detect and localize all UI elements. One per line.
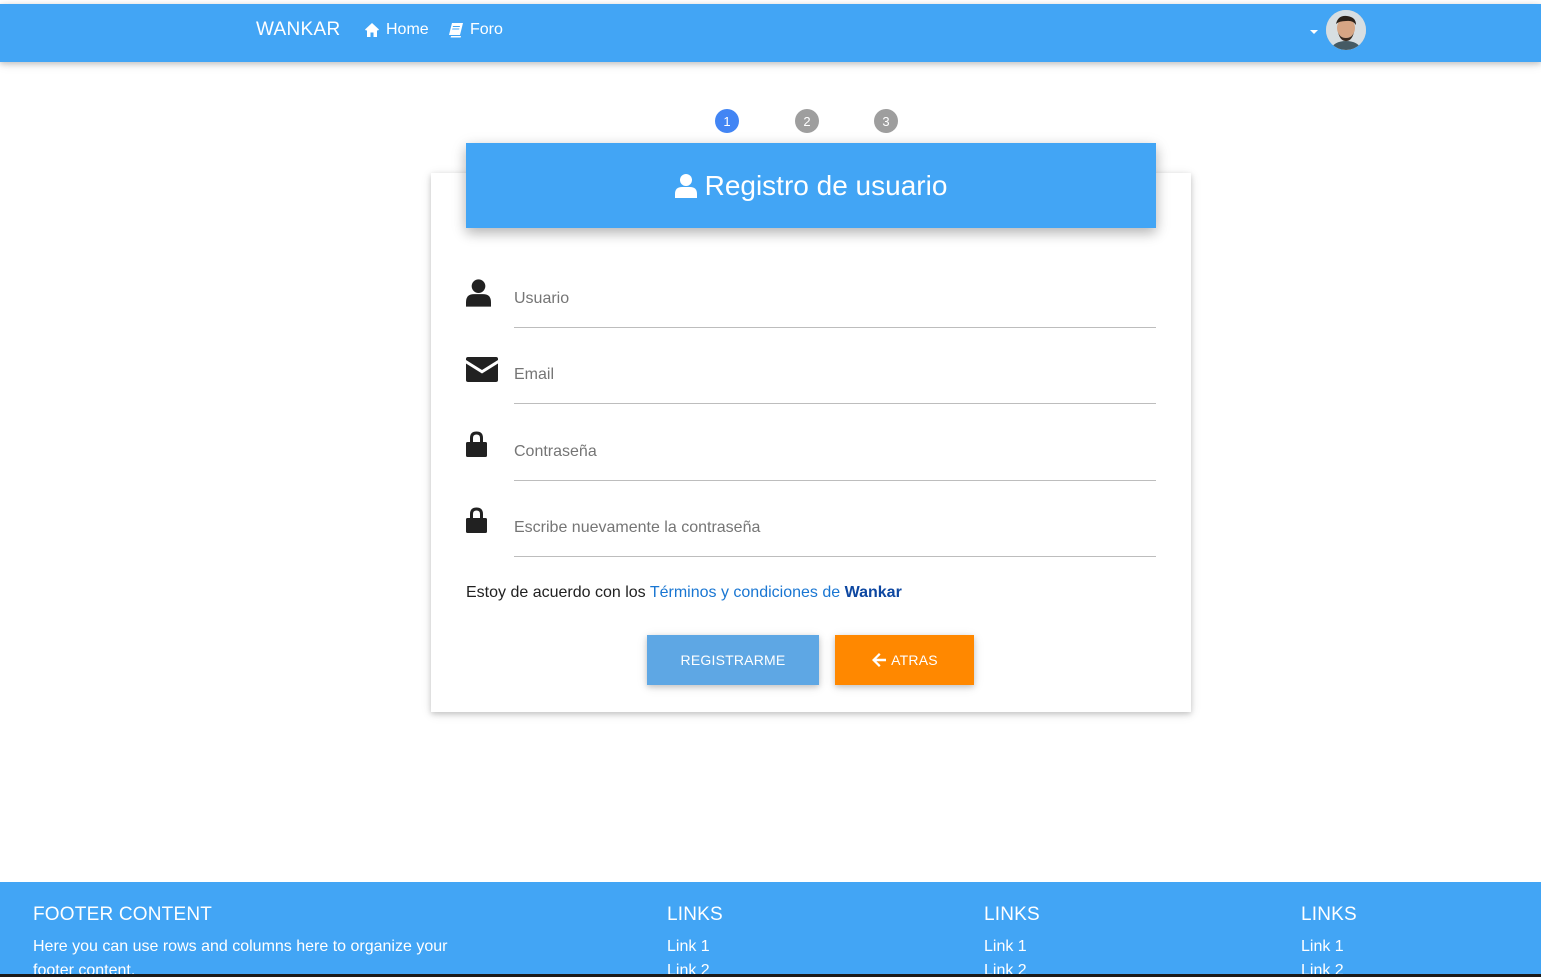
lock-icon — [466, 431, 487, 462]
terms-prefix: Estoy de acuerdo con los — [466, 584, 646, 601]
footer-links-title: LINKS — [1301, 904, 1357, 925]
avatar-image — [1326, 10, 1366, 50]
footer-links-title: LINKS — [984, 904, 1040, 925]
footer-links-column-1: Link 1 Link 2 — [667, 935, 710, 977]
page: WANKAR Home Foro 1 2 3 Registro de usuar… — [0, 0, 1541, 977]
caret-down-icon[interactable] — [1310, 30, 1318, 34]
back-button[interactable]: ATRAS — [835, 635, 974, 685]
step-1[interactable]: 1 — [715, 109, 739, 133]
username-label: Usuario — [514, 290, 570, 307]
footer-title: FOOTER CONTENT — [33, 904, 213, 925]
footer-link[interactable]: Link 1 — [984, 935, 1027, 959]
register-button[interactable]: REGISTRARME — [647, 635, 819, 685]
user-avatar[interactable] — [1326, 10, 1366, 50]
form-title: Registro de usuario — [704, 169, 948, 201]
step-3[interactable]: 3 — [874, 109, 898, 133]
footer-links-column-2: Link 1 Link 2 — [984, 935, 1027, 977]
card-header: Registro de usuario — [466, 143, 1156, 228]
user-icon — [674, 173, 697, 198]
email-label: Email — [514, 366, 555, 383]
nav-home-label: Home — [386, 21, 429, 38]
terms-link-text: Términos y condiciones de — [649, 584, 841, 601]
footer-links-column-3: Link 1 Link 2 — [1301, 935, 1344, 977]
password-label: Contraseña — [514, 443, 597, 460]
back-button-label: ATRAS — [891, 652, 938, 668]
nav-home-link[interactable]: Home — [364, 21, 429, 39]
nav-foro-label: Foro — [470, 21, 503, 38]
book-icon — [449, 23, 463, 38]
password-field[interactable]: Contraseña — [466, 421, 1156, 481]
footer: FOOTER CONTENT Here you can use rows and… — [0, 882, 1541, 977]
terms-text: Estoy de acuerdo con los Términos y cond… — [466, 584, 902, 602]
user-icon — [466, 279, 491, 312]
step-2[interactable]: 2 — [795, 109, 819, 133]
confirm-password-underline — [514, 556, 1156, 557]
email-underline — [514, 403, 1156, 404]
terms-link[interactable]: Términos y condiciones de Wankar — [650, 584, 902, 601]
confirm-password-label: Escribe nuevamente la contraseña — [514, 519, 761, 536]
email-field[interactable]: Email — [466, 344, 1156, 404]
nav-foro-link[interactable]: Foro — [448, 21, 503, 39]
footer-link[interactable]: Link 1 — [1301, 935, 1344, 959]
home-icon — [365, 23, 379, 37]
envelope-icon — [466, 357, 498, 387]
navbar: WANKAR Home Foro — [0, 4, 1541, 62]
terms-brand: Wankar — [844, 584, 902, 601]
password-underline — [514, 480, 1156, 481]
username-field[interactable]: Usuario — [466, 268, 1156, 328]
arrow-left-icon — [872, 653, 887, 667]
username-underline — [514, 327, 1156, 328]
footer-links-title: LINKS — [667, 904, 723, 925]
brand-logo[interactable]: WANKAR — [256, 19, 341, 41]
footer-link[interactable]: Link 1 — [667, 935, 710, 959]
footer-text: Here you can use rows and columns here t… — [33, 938, 448, 977]
confirm-password-field[interactable]: Escribe nuevamente la contraseña — [466, 497, 1156, 557]
lock-icon — [466, 507, 487, 538]
